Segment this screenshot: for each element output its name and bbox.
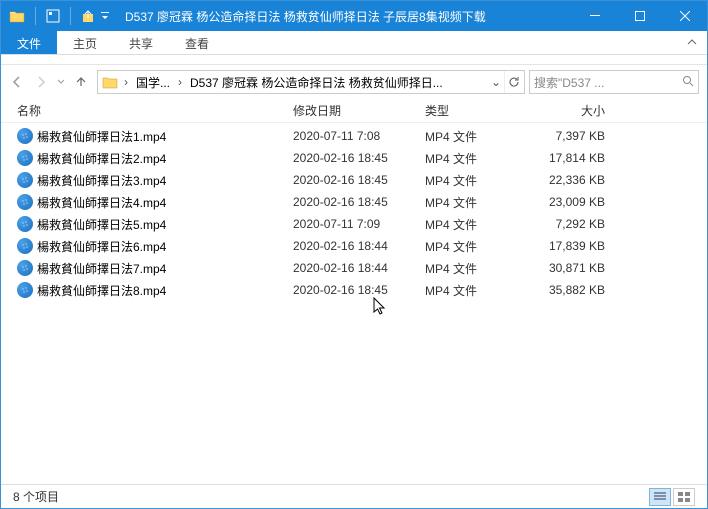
quick-access-toolbar: [1, 7, 117, 25]
file-list: 楊救貧仙師擇日法1.mp42020-07-11 7:08MP4 文件7,397 …: [1, 123, 707, 477]
video-icon: [17, 194, 33, 210]
file-name: 楊救貧仙師擇日法4.mp4: [37, 194, 166, 211]
column-name[interactable]: 名称: [17, 102, 293, 119]
video-icon: [17, 260, 33, 276]
file-date: 2020-07-11 7:09: [293, 217, 425, 231]
file-date: 2020-02-16 18:44: [293, 261, 425, 275]
ribbon-tabs: 文件 主页 共享 查看: [1, 31, 707, 55]
extract-icon[interactable]: [81, 9, 95, 23]
nav-history-dropdown[interactable]: [53, 70, 69, 94]
file-date: 2020-02-16 18:45: [293, 151, 425, 165]
nav-back-button[interactable]: [5, 70, 29, 94]
ribbon-expand-icon[interactable]: [677, 31, 707, 54]
file-name: 楊救貧仙師擇日法8.mp4: [37, 282, 166, 299]
search-placeholder: 搜索"D537 ...: [534, 74, 604, 91]
file-size: 35,882 KB: [525, 283, 615, 297]
list-item[interactable]: 楊救貧仙師擇日法8.mp4 2020-02-16 18:45MP4 文件35,88…: [17, 279, 691, 301]
breadcrumb-current[interactable]: D537 廖冠霖 杨公造命择日法 杨救贫仙师择日...: [186, 74, 488, 91]
folder-icon: [9, 9, 25, 23]
file-date: 2020-02-16 18:45: [293, 173, 425, 187]
navbar: › 国学... › D537 廖冠霖 杨公造命择日法 杨救贫仙师择日... ⌄ …: [1, 65, 707, 99]
breadcrumb-root[interactable]: 国学...: [132, 74, 174, 91]
file-size: 7,397 KB: [525, 129, 615, 143]
maximize-button[interactable]: [617, 1, 662, 31]
list-item[interactable]: 楊救貧仙師擇日法4.mp4 2020-02-16 18:45MP4 文件23,00…: [17, 191, 691, 213]
view-details-button[interactable]: [649, 488, 671, 506]
view-thumbnails-button[interactable]: [673, 488, 695, 506]
file-name: 楊救貧仙師擇日法7.mp4: [37, 260, 166, 277]
file-type: MP4 文件: [425, 282, 525, 299]
list-item[interactable]: 楊救貧仙師擇日法2.mp4 2020-02-16 18:45MP4 文件17,81…: [17, 147, 691, 169]
video-icon: [17, 238, 33, 254]
close-button[interactable]: [662, 1, 707, 31]
minimize-button[interactable]: [572, 1, 617, 31]
properties-icon[interactable]: [46, 9, 60, 23]
file-type: MP4 文件: [425, 216, 525, 233]
video-icon: [17, 150, 33, 166]
file-size: 22,336 KB: [525, 173, 615, 187]
tab-view[interactable]: 查看: [169, 31, 225, 54]
search-icon[interactable]: [682, 75, 694, 90]
file-type: MP4 文件: [425, 260, 525, 277]
file-date: 2020-02-16 18:44: [293, 239, 425, 253]
nav-forward-button[interactable]: [29, 70, 53, 94]
address-bar[interactable]: › 国学... › D537 廖冠霖 杨公造命择日法 杨救贫仙师择日... ⌄: [97, 70, 525, 94]
refresh-button[interactable]: [504, 71, 522, 93]
video-icon: [17, 282, 33, 298]
tab-share[interactable]: 共享: [113, 31, 169, 54]
file-date: 2020-02-16 18:45: [293, 283, 425, 297]
file-size: 30,871 KB: [525, 261, 615, 275]
file-name: 楊救貧仙師擇日法2.mp4: [37, 150, 166, 167]
file-date: 2020-07-11 7:08: [293, 129, 425, 143]
qat-dropdown-icon[interactable]: [101, 9, 109, 23]
chevron-right-icon[interactable]: ›: [174, 75, 186, 89]
list-item[interactable]: 楊救貧仙師擇日法1.mp4 2020-07-11 7:08MP4 文件7,397 …: [17, 125, 691, 147]
file-type: MP4 文件: [425, 172, 525, 189]
file-date: 2020-02-16 18:45: [293, 195, 425, 209]
file-type: MP4 文件: [425, 238, 525, 255]
column-modified[interactable]: 修改日期: [293, 102, 425, 119]
file-size: 7,292 KB: [525, 217, 615, 231]
address-dropdown-icon[interactable]: ⌄: [488, 75, 504, 89]
file-size: 17,839 KB: [525, 239, 615, 253]
nav-arrows: [5, 70, 93, 94]
file-type: MP4 文件: [425, 128, 525, 145]
column-headers: 名称 修改日期 类型 大小: [1, 99, 707, 123]
column-type[interactable]: 类型: [425, 102, 525, 119]
file-name: 楊救貧仙師擇日法1.mp4: [37, 128, 166, 145]
file-size: 23,009 KB: [525, 195, 615, 209]
window-title: D537 廖冠霖 杨公造命择日法 杨救贫仙师择日法 子辰居8集视频下载: [117, 8, 572, 25]
file-type: MP4 文件: [425, 150, 525, 167]
status-item-count: 8 个项目: [13, 488, 59, 505]
list-item[interactable]: 楊救貧仙師擇日法5.mp4 2020-07-11 7:09MP4 文件7,292 …: [17, 213, 691, 235]
list-item[interactable]: 楊救貧仙師擇日法3.mp4 2020-02-16 18:45MP4 文件22,33…: [17, 169, 691, 191]
file-name: 楊救貧仙師擇日法5.mp4: [37, 216, 166, 233]
video-icon: [17, 128, 33, 144]
list-item[interactable]: 楊救貧仙師擇日法7.mp4 2020-02-16 18:44MP4 文件30,87…: [17, 257, 691, 279]
folder-icon: [100, 73, 120, 91]
tab-home[interactable]: 主页: [57, 31, 113, 54]
nav-up-button[interactable]: [69, 70, 93, 94]
chevron-right-icon[interactable]: ›: [120, 75, 132, 89]
tab-file[interactable]: 文件: [1, 31, 57, 54]
column-size[interactable]: 大小: [525, 102, 615, 119]
file-type: MP4 文件: [425, 194, 525, 211]
list-item[interactable]: 楊救貧仙師擇日法6.mp4 2020-02-16 18:44MP4 文件17,83…: [17, 235, 691, 257]
search-input[interactable]: 搜索"D537 ...: [529, 70, 699, 94]
file-size: 17,814 KB: [525, 151, 615, 165]
file-name: 楊救貧仙師擇日法6.mp4: [37, 238, 166, 255]
status-bar: 8 个项目: [1, 484, 707, 508]
file-name: 楊救貧仙師擇日法3.mp4: [37, 172, 166, 189]
video-icon: [17, 172, 33, 188]
video-icon: [17, 216, 33, 232]
ribbon-body: [1, 55, 707, 65]
window-controls: [572, 1, 707, 31]
titlebar: D537 廖冠霖 杨公造命择日法 杨救贫仙师择日法 子辰居8集视频下载: [1, 1, 707, 31]
